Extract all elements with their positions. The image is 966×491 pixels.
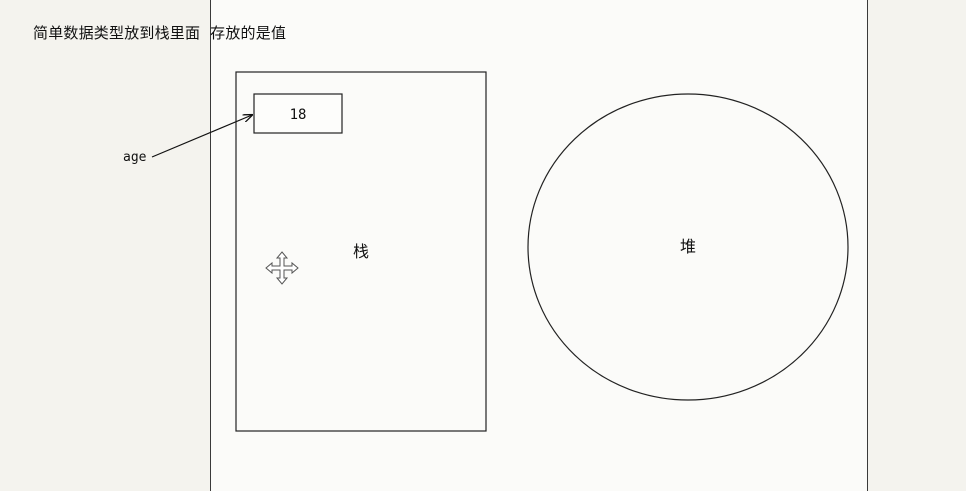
pointer-arrow (151, 115, 252, 158)
stack-label: 栈 (353, 242, 369, 261)
variable-name-label: age (123, 150, 147, 165)
stack-value-text: 18 (290, 107, 307, 123)
memory-diagram: 栈 18 age 堆 (123, 71, 849, 432)
move-cursor-icon (265, 251, 299, 285)
heap-label: 堆 (680, 237, 696, 256)
slide: 简单数据类型放到栈里面 存放的是值 栈 18 age 堆 (0, 0, 966, 491)
